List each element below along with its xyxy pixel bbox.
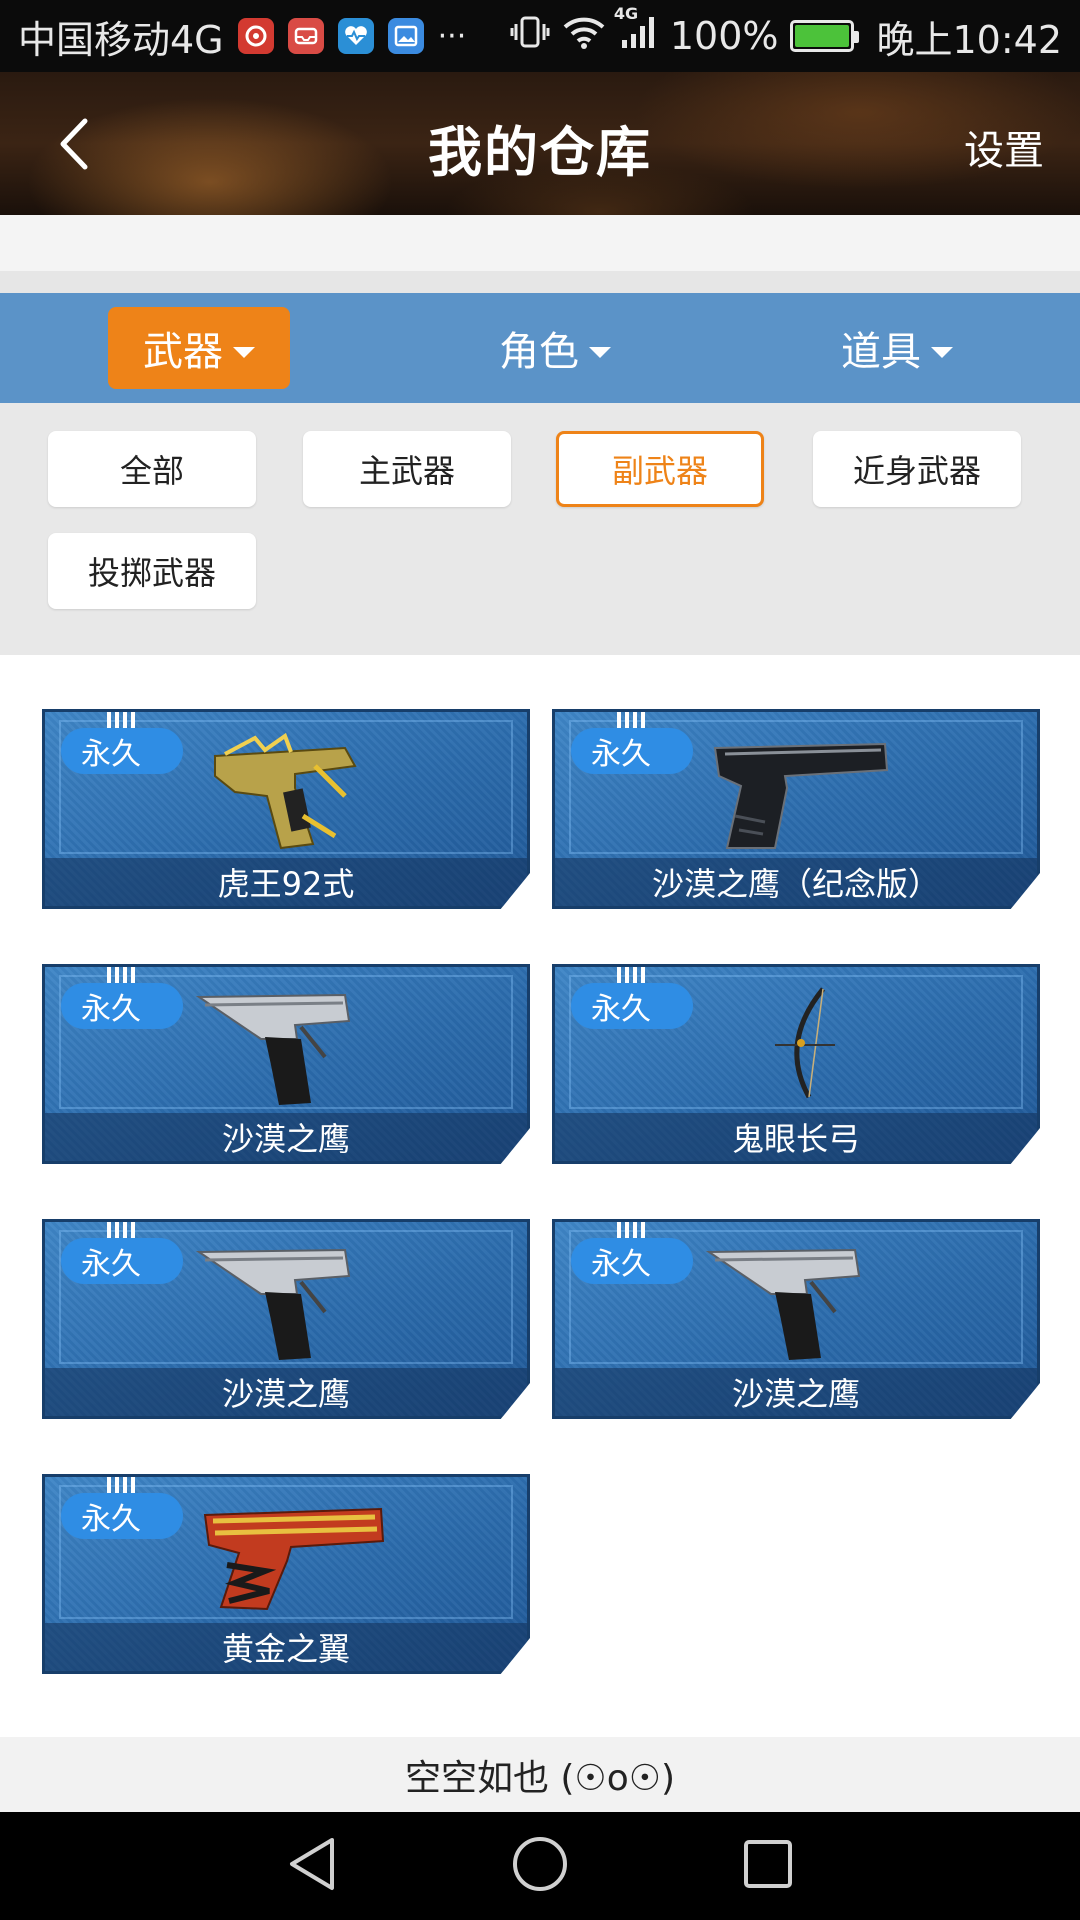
status-left: 中国移动4G ··· — [18, 9, 466, 64]
signal-icon: 4G — [614, 4, 658, 59]
card-notch — [107, 967, 137, 983]
weapon-card[interactable]: 永久 沙漠之鹰（纪念版） — [552, 709, 1040, 909]
gold-tiger-pistol-icon — [214, 732, 357, 850]
desert-eagle-icon — [705, 1248, 861, 1360]
card-notch — [617, 1222, 647, 1238]
netease-music-icon — [237, 18, 274, 54]
black-desert-eagle-icon — [713, 742, 889, 849]
weapon-name: 黄金之翼 — [45, 1623, 527, 1671]
app-header: 我的仓库 设置 — [0, 72, 1080, 215]
nav-recents-icon[interactable] — [740, 1836, 796, 1896]
weapon-name: 沙漠之鹰（纪念版） — [555, 858, 1037, 906]
tab-characters-label: 角色 — [499, 329, 579, 375]
card-notch — [107, 1477, 137, 1493]
weapon-name: 鬼眼长弓 — [555, 1113, 1037, 1161]
more-notifications-icon: ··· — [437, 18, 467, 54]
permanent-badge: 永久 — [61, 1493, 183, 1539]
weapon-card[interactable]: 永久 黄金之翼 — [42, 1474, 530, 1674]
tab-items[interactable]: 道具 — [806, 307, 988, 389]
weapon-name: 沙漠之鹰 — [45, 1113, 527, 1161]
vibrate-icon — [510, 14, 550, 59]
permanent-badge: 永久 — [571, 1238, 693, 1284]
weapon-type-filter: 全部 主武器 副武器 近身武器 投掷武器 — [0, 403, 1080, 655]
nav-back-icon[interactable] — [284, 1834, 340, 1898]
tab-weapons-label: 武器 — [143, 329, 223, 375]
battery-icon — [790, 20, 860, 52]
chevron-down-icon — [589, 346, 611, 358]
weapon-card[interactable]: 永久 虎王92式 — [42, 709, 530, 909]
filter-secondary[interactable]: 副武器 — [556, 431, 764, 507]
weapon-card[interactable]: 永久 沙漠之鹰 — [552, 1219, 1040, 1419]
category-tabs: 武器 角色 道具 — [0, 293, 1080, 403]
weapon-card[interactable]: 永久 鬼眼长弓 — [552, 964, 1040, 1164]
page-title: 我的仓库 — [428, 121, 652, 184]
weapon-card[interactable]: 永久 沙漠之鹰 — [42, 964, 530, 1164]
permanent-badge: 永久 — [61, 728, 183, 774]
desert-eagle-icon — [195, 1248, 351, 1360]
clock: 晚上10:42 — [876, 17, 1062, 62]
card-notch — [107, 1222, 137, 1238]
card-notch — [617, 712, 647, 728]
desert-eagle-icon — [195, 993, 351, 1105]
weapon-name: 沙漠之鹰 — [555, 1368, 1037, 1416]
health-app-icon — [337, 18, 374, 54]
mail-app-icon — [287, 18, 324, 54]
tab-characters[interactable]: 角色 — [464, 307, 646, 389]
permanent-badge: 永久 — [61, 983, 183, 1029]
weapon-card[interactable]: 永久 沙漠之鹰 — [42, 1219, 530, 1419]
card-notch — [617, 967, 647, 983]
weapon-name: 虎王92式 — [45, 858, 527, 906]
wifi-icon — [562, 14, 606, 58]
battery-percent: 100% — [669, 14, 779, 58]
status-right: 4G 100% 晚上10:42 — [510, 4, 1062, 64]
longbow-icon — [775, 987, 835, 1099]
card-notch — [107, 712, 137, 728]
gallery-app-icon — [387, 18, 424, 54]
carrier-label: 中国移动4G — [18, 17, 224, 62]
system-navigation-bar — [0, 1812, 1080, 1920]
settings-button[interactable]: 设置 — [964, 118, 1044, 176]
nav-home-icon[interactable] — [510, 1834, 570, 1898]
header-spacer — [0, 215, 1080, 271]
section-divider — [0, 271, 1080, 293]
empty-list-message: 空空如也 (☉o☉) — [0, 1737, 1080, 1812]
permanent-badge: 永久 — [61, 1238, 183, 1284]
chevron-down-icon — [931, 346, 953, 358]
status-bar: 中国移动4G ··· 4G 100% 晚上10:42 — [0, 0, 1080, 72]
filter-primary[interactable]: 主武器 — [303, 431, 511, 507]
chevron-down-icon — [233, 346, 255, 358]
weapon-name: 沙漠之鹰 — [45, 1368, 527, 1416]
filter-melee[interactable]: 近身武器 — [813, 431, 1021, 507]
filter-throwable[interactable]: 投掷武器 — [48, 533, 256, 609]
filter-all[interactable]: 全部 — [48, 431, 256, 507]
tab-weapons[interactable]: 武器 — [108, 307, 290, 389]
red-gold-pistol-icon — [203, 1507, 385, 1611]
permanent-badge: 永久 — [571, 983, 693, 1029]
tab-items-label: 道具 — [841, 329, 921, 375]
permanent-badge: 永久 — [571, 728, 693, 774]
network-type-label: 4G — [613, 3, 639, 23]
